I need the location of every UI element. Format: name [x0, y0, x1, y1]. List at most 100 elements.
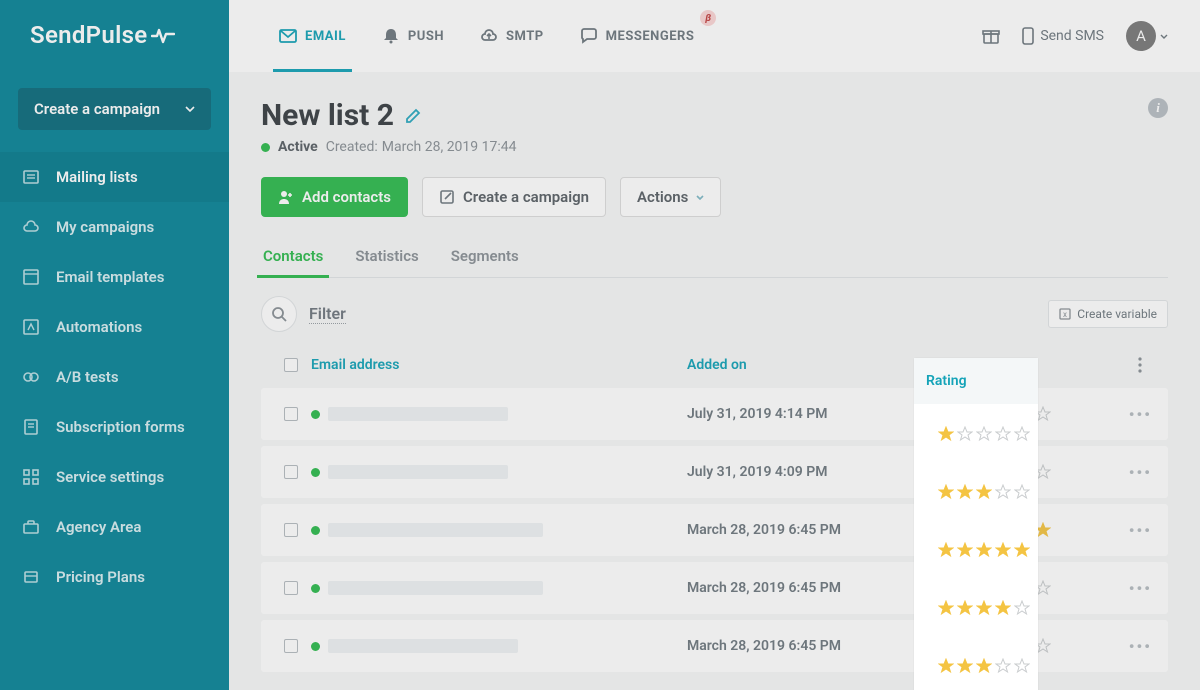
svg-text:x: x: [1063, 310, 1067, 319]
star-icon: [997, 638, 1013, 654]
created-date: March 28, 2019 17:44: [382, 139, 517, 155]
brand-logo[interactable]: SendPulse: [0, 0, 229, 70]
rating-stars: [947, 464, 1059, 480]
automation-icon: [22, 318, 40, 336]
column-added[interactable]: Added on: [687, 357, 935, 373]
channel-email[interactable]: EMAIL: [261, 0, 364, 72]
phone-icon: [1022, 27, 1034, 45]
sidebar-item-my-campaigns[interactable]: My campaigns: [0, 202, 229, 252]
template-icon: [22, 268, 40, 286]
column-email[interactable]: Email address: [311, 357, 687, 373]
create-campaign-button[interactable]: Create a campaign: [18, 88, 211, 130]
tab-segments[interactable]: Segments: [449, 247, 521, 277]
star-icon: [959, 406, 975, 422]
row-menu[interactable]: •••: [1129, 463, 1152, 482]
sidebar-item-label: Agency Area: [56, 518, 141, 536]
chat-icon: [580, 27, 598, 45]
row-menu[interactable]: •••: [1129, 521, 1152, 540]
added-on-cell: July 31, 2019 4:09 PM: [687, 464, 935, 480]
tab-statistics[interactable]: Statistics: [353, 247, 420, 277]
row-checkbox[interactable]: [284, 407, 298, 421]
row-checkbox[interactable]: [284, 465, 298, 479]
star-icon: [1035, 406, 1051, 422]
edit-icon[interactable]: [404, 107, 422, 125]
account-menu[interactable]: A: [1126, 21, 1168, 51]
rating-stars: [947, 522, 1059, 538]
status-dot-icon: [311, 410, 320, 419]
column-menu[interactable]: [1128, 353, 1152, 377]
added-on-cell: March 28, 2019 6:45 PM: [687, 580, 935, 596]
cloud-up-icon: [480, 27, 498, 45]
actions-button[interactable]: Actions: [620, 177, 721, 217]
filter-toggle[interactable]: Filter: [309, 304, 346, 324]
briefcase-icon: [22, 518, 40, 536]
rating-stars: [947, 638, 1059, 654]
caret-down-icon: [696, 195, 704, 200]
row-checkbox[interactable]: [284, 581, 298, 595]
create-campaign-label: Create a campaign: [34, 100, 160, 118]
email-redacted: [328, 407, 508, 421]
tab-contacts[interactable]: Contacts: [261, 247, 325, 277]
added-on-cell: July 31, 2019 4:14 PM: [687, 406, 935, 422]
info-icon[interactable]: i: [1148, 98, 1168, 118]
sidebar-item-agency-area[interactable]: Agency Area: [0, 502, 229, 552]
sidebar-item-mailing-lists[interactable]: Mailing lists: [0, 152, 229, 202]
star-icon: [1016, 638, 1032, 654]
status-dot-icon: [311, 468, 320, 477]
sidebar-item-label: A/B tests: [56, 368, 119, 386]
table-row[interactable]: March 28, 2019 6:45 PM•••: [261, 504, 1168, 556]
search-button[interactable]: [261, 296, 297, 332]
send-sms-label: Send SMS: [1040, 28, 1104, 44]
sidebar-item-subscription-forms[interactable]: Subscription forms: [0, 402, 229, 452]
add-contacts-label: Add contacts: [302, 188, 391, 206]
create-campaign-button-secondary[interactable]: Create a campaign: [422, 177, 606, 217]
channel-label: MESSENGERS: [606, 29, 695, 44]
sidebar-item-email-templates[interactable]: Email templates: [0, 252, 229, 302]
table-row[interactable]: March 28, 2019 6:45 PM•••: [261, 620, 1168, 672]
rating-stars: [947, 580, 1059, 596]
search-icon: [271, 306, 287, 322]
channel-messengers[interactable]: MESSENGERSβ: [562, 0, 713, 72]
table-row[interactable]: March 28, 2019 6:45 PM •••: [261, 562, 1168, 614]
user-plus-icon: [278, 189, 294, 205]
star-icon: [978, 406, 994, 422]
star-icon: [997, 580, 1013, 596]
email-redacted: [328, 523, 543, 537]
sidebar-item-service-settings[interactable]: Service settings: [0, 452, 229, 502]
table-row[interactable]: July 31, 2019 4:14 PM •••: [261, 388, 1168, 440]
status-dot-icon: [311, 526, 320, 535]
sidebar-item-label: Email templates: [56, 268, 164, 286]
channel-smtp[interactable]: SMTP: [462, 0, 562, 72]
star-icon: [978, 580, 994, 596]
star-icon: [1035, 638, 1051, 654]
star-icon: [978, 638, 994, 654]
column-rating[interactable]: Rating: [935, 357, 1059, 373]
list-icon: [22, 168, 40, 186]
email-redacted: [328, 581, 543, 595]
row-checkbox[interactable]: [284, 523, 298, 537]
row-menu[interactable]: •••: [1129, 405, 1152, 424]
star-icon: [959, 580, 975, 596]
compose-icon: [439, 189, 455, 205]
row-menu[interactable]: •••: [1129, 579, 1152, 598]
select-all-checkbox[interactable]: [284, 358, 298, 372]
star-icon: [997, 522, 1013, 538]
row-menu[interactable]: •••: [1129, 637, 1152, 656]
create-variable-button[interactable]: x Create variable: [1048, 300, 1168, 328]
email-redacted: [328, 639, 518, 653]
send-sms-link[interactable]: Send SMS: [1022, 27, 1104, 45]
sidebar-item-automations[interactable]: Automations: [0, 302, 229, 352]
created-prefix: Created:: [326, 139, 378, 155]
actions-label: Actions: [637, 188, 688, 206]
sidebar-item-label: Mailing lists: [56, 168, 138, 186]
add-contacts-button[interactable]: Add contacts: [261, 177, 408, 217]
table-row[interactable]: July 31, 2019 4:09 PM •••: [261, 446, 1168, 498]
channel-push[interactable]: PUSH: [364, 0, 462, 72]
star-icon: [959, 522, 975, 538]
gift-icon[interactable]: [982, 27, 1000, 45]
sidebar-item-a-b-tests[interactable]: A/B tests: [0, 352, 229, 402]
row-checkbox[interactable]: [284, 639, 298, 653]
sidebar-item-pricing-plans[interactable]: Pricing Plans: [0, 552, 229, 602]
sidebar-item-label: Subscription forms: [56, 418, 185, 436]
star-icon: [1035, 464, 1051, 480]
